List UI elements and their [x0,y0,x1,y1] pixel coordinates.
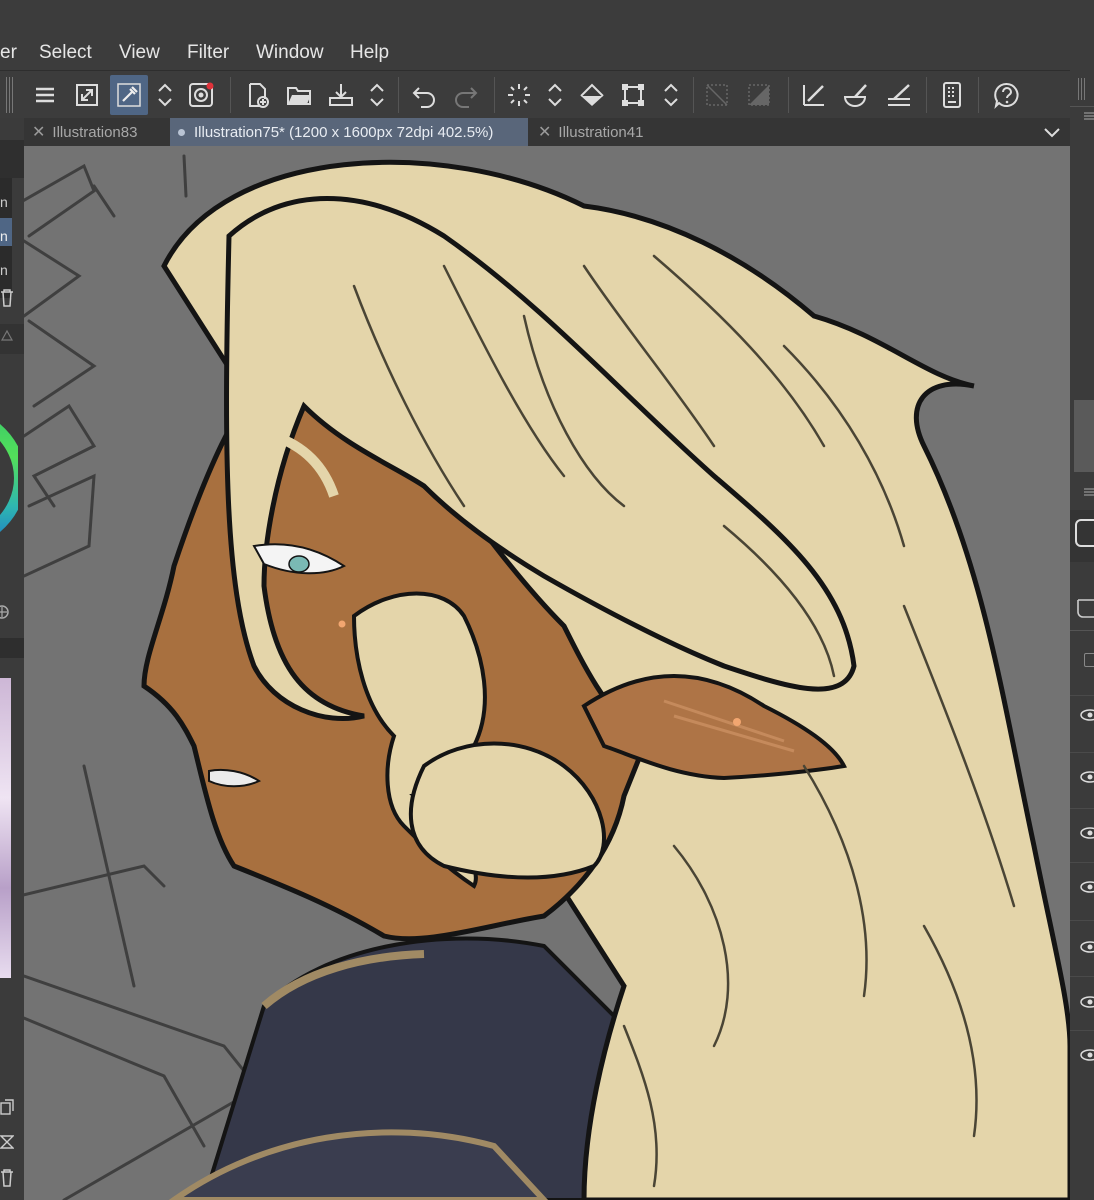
canvas[interactable] [24,146,1070,1200]
toolbar-divider [978,77,979,113]
menu-icon[interactable] [1084,486,1094,498]
menu-select[interactable]: Select [39,42,92,64]
tab-illustration41[interactable]: ✕ Illustration41 [530,118,670,146]
transform-icon[interactable] [614,75,652,115]
toolbar-divider [494,77,495,113]
menu-layer[interactable]: er [0,42,17,64]
left-panel-header [0,140,24,178]
layer-row-divider [1070,695,1094,696]
tab-label: Illustration83 [52,123,138,141]
redo-icon[interactable] [447,75,485,115]
left-panel-item[interactable]: n [0,262,8,278]
tab-illustration83[interactable]: ✕ Illustration83 [24,118,168,146]
trash-icon[interactable] [0,288,14,308]
tab-label: Illustration75* (1200 x 1600px 72dpi 402… [194,123,494,141]
ruler-pen-icon[interactable] [795,75,833,115]
panel-divider [0,638,24,658]
fill-icon[interactable] [573,75,611,115]
layer-row-divider [1070,808,1094,809]
clear-icon[interactable] [698,75,736,115]
close-icon[interactable]: ✕ [538,122,551,142]
toolbar-divider [693,77,694,113]
eye-icon[interactable] [1080,1048,1094,1062]
layer-row-divider [1070,920,1094,921]
menu-view[interactable]: View [119,42,160,64]
eye-icon[interactable] [1080,880,1094,894]
menu-filter[interactable]: Filter [187,42,229,64]
layer-row-divider [1070,752,1094,753]
open-folder-icon[interactable] [280,75,318,115]
menu-icon[interactable] [26,75,64,115]
fit-view-icon[interactable] [68,75,106,115]
layer-row-divider [1070,976,1094,977]
selection-icon[interactable] [500,75,538,115]
left-panel-item[interactable]: n [0,228,8,244]
stepper-icon[interactable] [362,75,392,115]
scrollbar-thumb[interactable] [1074,400,1094,472]
menu-help[interactable]: Help [350,42,389,64]
layer-row-divider [1070,862,1094,863]
stepper-icon[interactable] [540,75,570,115]
layer-checkbox[interactable] [1084,653,1094,667]
left-panel-item[interactable]: n [0,194,8,210]
layer-mode-icon[interactable] [1074,518,1094,548]
navigator-thumbnail[interactable] [0,678,11,978]
close-icon[interactable]: ✕ [32,122,45,142]
right-panel [1070,70,1094,1200]
target-icon[interactable] [0,602,12,622]
tab-label: Illustration41 [558,123,644,141]
stepper-icon[interactable] [150,75,180,115]
copy-icon[interactable] [0,1098,14,1118]
toolbar-divider [926,77,927,113]
panel-grip[interactable] [1078,78,1086,100]
menu-icon[interactable] [1084,111,1094,121]
ring-layer-icon[interactable] [182,75,220,115]
merge-icon[interactable] [0,1132,14,1152]
device-icon[interactable] [933,75,971,115]
triangle-icon [0,329,14,341]
eye-icon[interactable] [1080,770,1094,784]
trash-icon[interactable] [0,1168,14,1188]
toolbar-divider [230,77,231,113]
menu-bar: er Select View Filter Window Help [0,0,1094,70]
menu-window[interactable]: Window [256,42,324,64]
brush-icon[interactable] [837,75,875,115]
eye-icon[interactable] [1080,708,1094,722]
panel-divider [1070,630,1094,631]
eye-icon[interactable] [1080,940,1094,954]
help-icon[interactable] [988,75,1026,115]
toolbar-divider [398,77,399,113]
panel-menu[interactable] [1070,106,1094,123]
ruler-icon[interactable] [880,75,918,115]
left-panel: n n n [0,118,24,1200]
undo-icon[interactable] [405,75,443,115]
artwork[interactable] [24,146,1070,1200]
toolbar-divider [788,77,789,113]
tab-illustration75[interactable]: Illustration75* (1200 x 1600px 72dpi 402… [170,118,528,146]
command-bar [0,70,1094,119]
new-file-icon[interactable] [238,75,276,115]
stepper-icon[interactable] [656,75,686,115]
toolbar-grip[interactable] [6,77,14,113]
unsaved-dot-icon [178,128,185,136]
eye-icon[interactable] [1080,826,1094,840]
color-picker-icon[interactable] [110,75,148,115]
layer-mask-icon[interactable] [1076,598,1094,618]
save-icon[interactable] [322,75,360,115]
layer-row-divider [1070,1030,1094,1031]
layer-clear-icon[interactable] [740,75,778,115]
color-wheel[interactable] [0,408,18,548]
chevron-down-icon[interactable] [1042,122,1062,142]
eye-icon[interactable] [1080,995,1094,1009]
document-tab-bar: ✕ Illustration83 Illustration75* (1200 x… [24,118,1070,146]
